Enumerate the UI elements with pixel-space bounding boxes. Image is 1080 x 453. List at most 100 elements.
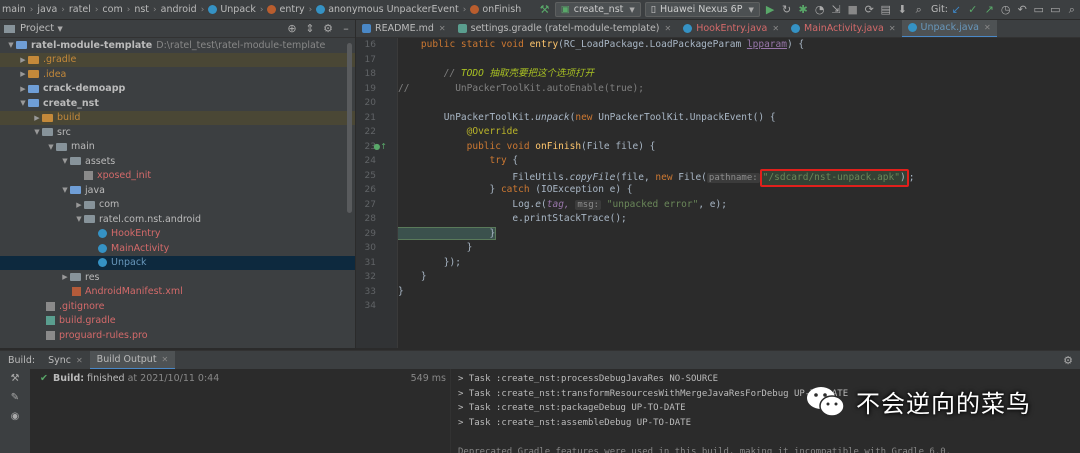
code-line-16: public static void entry(RC_LoadPackage.… xyxy=(398,39,805,50)
hammer-icon[interactable]: ⚒ xyxy=(0,369,30,388)
avd-manager-icon[interactable]: ▤ xyxy=(878,2,893,18)
git-push-icon[interactable]: ↗ xyxy=(982,2,997,18)
rollback-icon[interactable]: ↶ xyxy=(1015,2,1030,18)
tree-item-package[interactable]: ▼ ratel.com.nst.android xyxy=(0,212,355,227)
eye-icon[interactable]: ◉ xyxy=(0,407,30,426)
breadcrumb-com[interactable]: com › xyxy=(100,4,132,15)
close-icon[interactable]: ✕ xyxy=(162,355,169,364)
project-view-dropdown[interactable]: Project ▼ xyxy=(20,23,63,34)
tree-item-main[interactable]: ▼ main xyxy=(0,140,355,155)
code-line-26: } catch (IOException e) { xyxy=(398,184,633,195)
tree-item-src[interactable]: ▼ src xyxy=(0,125,355,140)
class-icon xyxy=(98,243,107,253)
chevron-down-icon: ▼ xyxy=(8,41,14,50)
module-icon xyxy=(28,99,39,108)
tree-item-create-nst[interactable]: ▼ create_nst xyxy=(0,96,355,111)
override-icon[interactable]: ●↑ xyxy=(373,140,387,155)
close-icon[interactable]: ✕ xyxy=(984,23,991,32)
hide-icon[interactable]: – xyxy=(338,21,354,37)
breadcrumb-ratel[interactable]: ratel › xyxy=(67,4,101,15)
tree-item-res[interactable]: ▶ res xyxy=(0,270,355,285)
breadcrumb-main[interactable]: main › xyxy=(0,4,35,15)
tree-item-assets[interactable]: ▼ assets xyxy=(0,154,355,169)
breadcrumb-entry[interactable]: entry › xyxy=(265,4,314,15)
tab-hookentry[interactable]: HookEntry.java ✕ xyxy=(677,20,785,37)
chevron-right-icon: ▶ xyxy=(20,84,26,93)
build-panel-toolbar: ⚒ ✎ ◉ xyxy=(0,369,30,453)
gradle-icon xyxy=(46,316,55,326)
sync-icon[interactable]: ⟳ xyxy=(862,2,877,18)
line-number: 34 xyxy=(364,301,376,311)
profile-icon[interactable]: ◔ xyxy=(812,2,827,18)
breadcrumb-unpack[interactable]: Unpack › xyxy=(206,4,265,15)
pin-icon[interactable]: ✎ xyxy=(0,388,30,407)
breadcrumb-onfinish[interactable]: onFinish xyxy=(468,4,523,15)
tree-item-idea[interactable]: ▶ .idea xyxy=(0,67,355,82)
code-editor[interactable]: public static void entry(RC_LoadPackage.… xyxy=(398,38,1080,348)
close-icon[interactable]: ✕ xyxy=(665,24,672,33)
breadcrumb-anonymous-class[interactable]: anonymous UnpackerEvent › xyxy=(314,4,468,15)
build-panel-label: Build: xyxy=(8,354,36,366)
close-icon[interactable]: ✕ xyxy=(772,24,779,33)
search-everywhere-icon[interactable]: ⌕ xyxy=(1065,2,1080,18)
class-icon xyxy=(98,229,107,239)
run-config-dropdown[interactable]: ▣ create_nst ▼ xyxy=(554,2,641,17)
line-number: 28 xyxy=(364,214,376,224)
tree-item-root[interactable]: ▼ ratel-module-template D:\ratel_test\rate… xyxy=(0,38,355,53)
tab-settings-gradle[interactable]: settings.gradle (ratel-module-template) ✕ xyxy=(452,20,678,37)
chevron-down-icon: ▼ xyxy=(34,128,40,137)
attach-debugger-icon[interactable]: ⇲ xyxy=(829,2,844,18)
collapse-all-icon[interactable]: ⇕ xyxy=(302,21,318,37)
git-update-icon[interactable]: ↙ xyxy=(949,2,964,18)
debug-icon[interactable]: ✱ xyxy=(796,2,811,18)
tree-item-com[interactable]: ▶ com xyxy=(0,198,355,213)
close-icon[interactable]: ✕ xyxy=(76,356,83,365)
chevron-down-icon: ▼ xyxy=(20,99,26,108)
tree-item-crack-demoapp[interactable]: ▶ crack-demoapp xyxy=(0,82,355,97)
tab-build-output[interactable]: Build Output ✕ xyxy=(89,350,176,370)
tree-item-manifest[interactable]: AndroidManifest.xml xyxy=(0,285,355,300)
search-icon[interactable]: ⌕ xyxy=(911,2,926,18)
chevron-down-icon: ▼ xyxy=(62,157,68,166)
tab-readme[interactable]: README.md ✕ xyxy=(356,20,452,37)
gear-icon[interactable]: ⚙ xyxy=(320,21,336,37)
tree-scrollbar[interactable] xyxy=(347,43,352,213)
breadcrumb-nst[interactable]: nst › xyxy=(132,4,158,15)
breadcrumb-java[interactable]: java › xyxy=(35,4,67,15)
locate-icon[interactable]: ⊕ xyxy=(284,21,300,37)
tree-item-build[interactable]: ▶ build xyxy=(0,110,355,125)
breadcrumb-android[interactable]: android › xyxy=(159,4,207,15)
manifest-icon xyxy=(72,287,81,297)
tree-item-proguard[interactable]: proguard-rules.pro xyxy=(0,328,355,343)
history-icon[interactable]: ◷ xyxy=(998,2,1013,18)
layout-icon[interactable]: ▭ xyxy=(1032,2,1047,18)
line-number: 22 xyxy=(364,127,376,137)
class-icon xyxy=(907,23,917,32)
tree-item-mainactivity[interactable]: MainActivity xyxy=(0,241,355,256)
build-output-console[interactable]: > Task :create_nst:processDebugJavaRes N… xyxy=(450,369,1080,453)
build-tree: ✔ Build: finished at 2021/10/11 0:44 549… xyxy=(30,369,450,453)
tree-item-java[interactable]: ▼ java xyxy=(0,183,355,198)
run-icon[interactable]: ▶ xyxy=(763,2,778,18)
tree-item-unpack[interactable]: Unpack xyxy=(0,255,355,270)
git-commit-icon[interactable]: ✓ xyxy=(965,2,980,18)
device-dropdown[interactable]: ▯ Huawei Nexus 6P ▼ xyxy=(644,2,760,17)
tab-unpack[interactable]: Unpack.java ✕ xyxy=(901,20,997,37)
tree-item-gradle[interactable]: ▶ .gradle xyxy=(0,52,355,67)
tree-item-hookentry[interactable]: HookEntry xyxy=(0,227,355,242)
gear-icon[interactable]: ⚙ xyxy=(1060,352,1076,368)
stop-icon[interactable]: ■ xyxy=(845,2,860,18)
tree-item-build-gradle[interactable]: build.gradle xyxy=(0,314,355,329)
tree-item-gitignore[interactable]: .gitignore xyxy=(0,299,355,314)
method-icon xyxy=(470,5,480,14)
close-icon[interactable]: ✕ xyxy=(889,24,896,33)
tab-sync[interactable]: Sync ✕ xyxy=(41,351,90,370)
sdk-manager-icon[interactable]: ⬇ xyxy=(895,2,910,18)
apply-changes-icon[interactable]: ↻ xyxy=(779,2,794,18)
hammer-icon[interactable]: ⚒ xyxy=(537,2,552,18)
tab-mainactivity[interactable]: MainActivity.java ✕ xyxy=(785,20,901,37)
window-icon[interactable]: ▭ xyxy=(1048,2,1063,18)
close-icon[interactable]: ✕ xyxy=(439,24,446,33)
build-status-row[interactable]: ✔ Build: finished at 2021/10/11 0:44 549… xyxy=(30,369,450,388)
tree-item-xposed-init[interactable]: xposed_init xyxy=(0,169,355,184)
